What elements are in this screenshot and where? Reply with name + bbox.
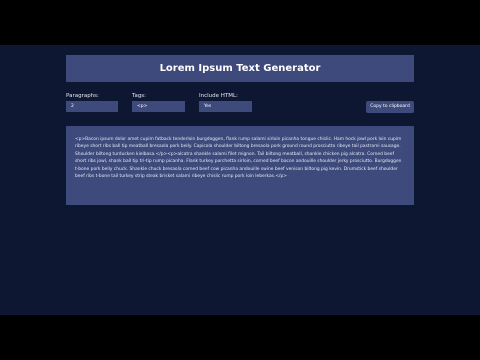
paragraphs-control: Paragraphs: 2 [66, 92, 118, 112]
tags-label: Tags: [132, 93, 147, 99]
copy-to-clipboard-button[interactable]: Copy to clipboard [366, 101, 414, 113]
output-panel: <p>Bacon ipsum dolor amet cupim fatback … [66, 126, 414, 205]
paragraphs-label: Paragraphs: [66, 93, 99, 99]
include-html-label: Include HTML: [199, 93, 238, 99]
include-html-control: Include HTML: Yes [199, 92, 252, 112]
generated-text: <p>Bacon ipsum dolor amet cupim fatback … [75, 137, 402, 180]
include-html-select[interactable]: Yes [199, 101, 252, 112]
tags-control: Tags: <p> [132, 92, 185, 112]
app-container: Lorem Ipsum Text Generator Paragraphs: 2… [0, 45, 480, 315]
page-title: Lorem Ipsum Text Generator [159, 63, 321, 74]
paragraphs-input[interactable]: 2 [66, 101, 118, 112]
tags-select[interactable]: <p> [132, 101, 185, 112]
header-bar: Lorem Ipsum Text Generator [66, 55, 414, 82]
